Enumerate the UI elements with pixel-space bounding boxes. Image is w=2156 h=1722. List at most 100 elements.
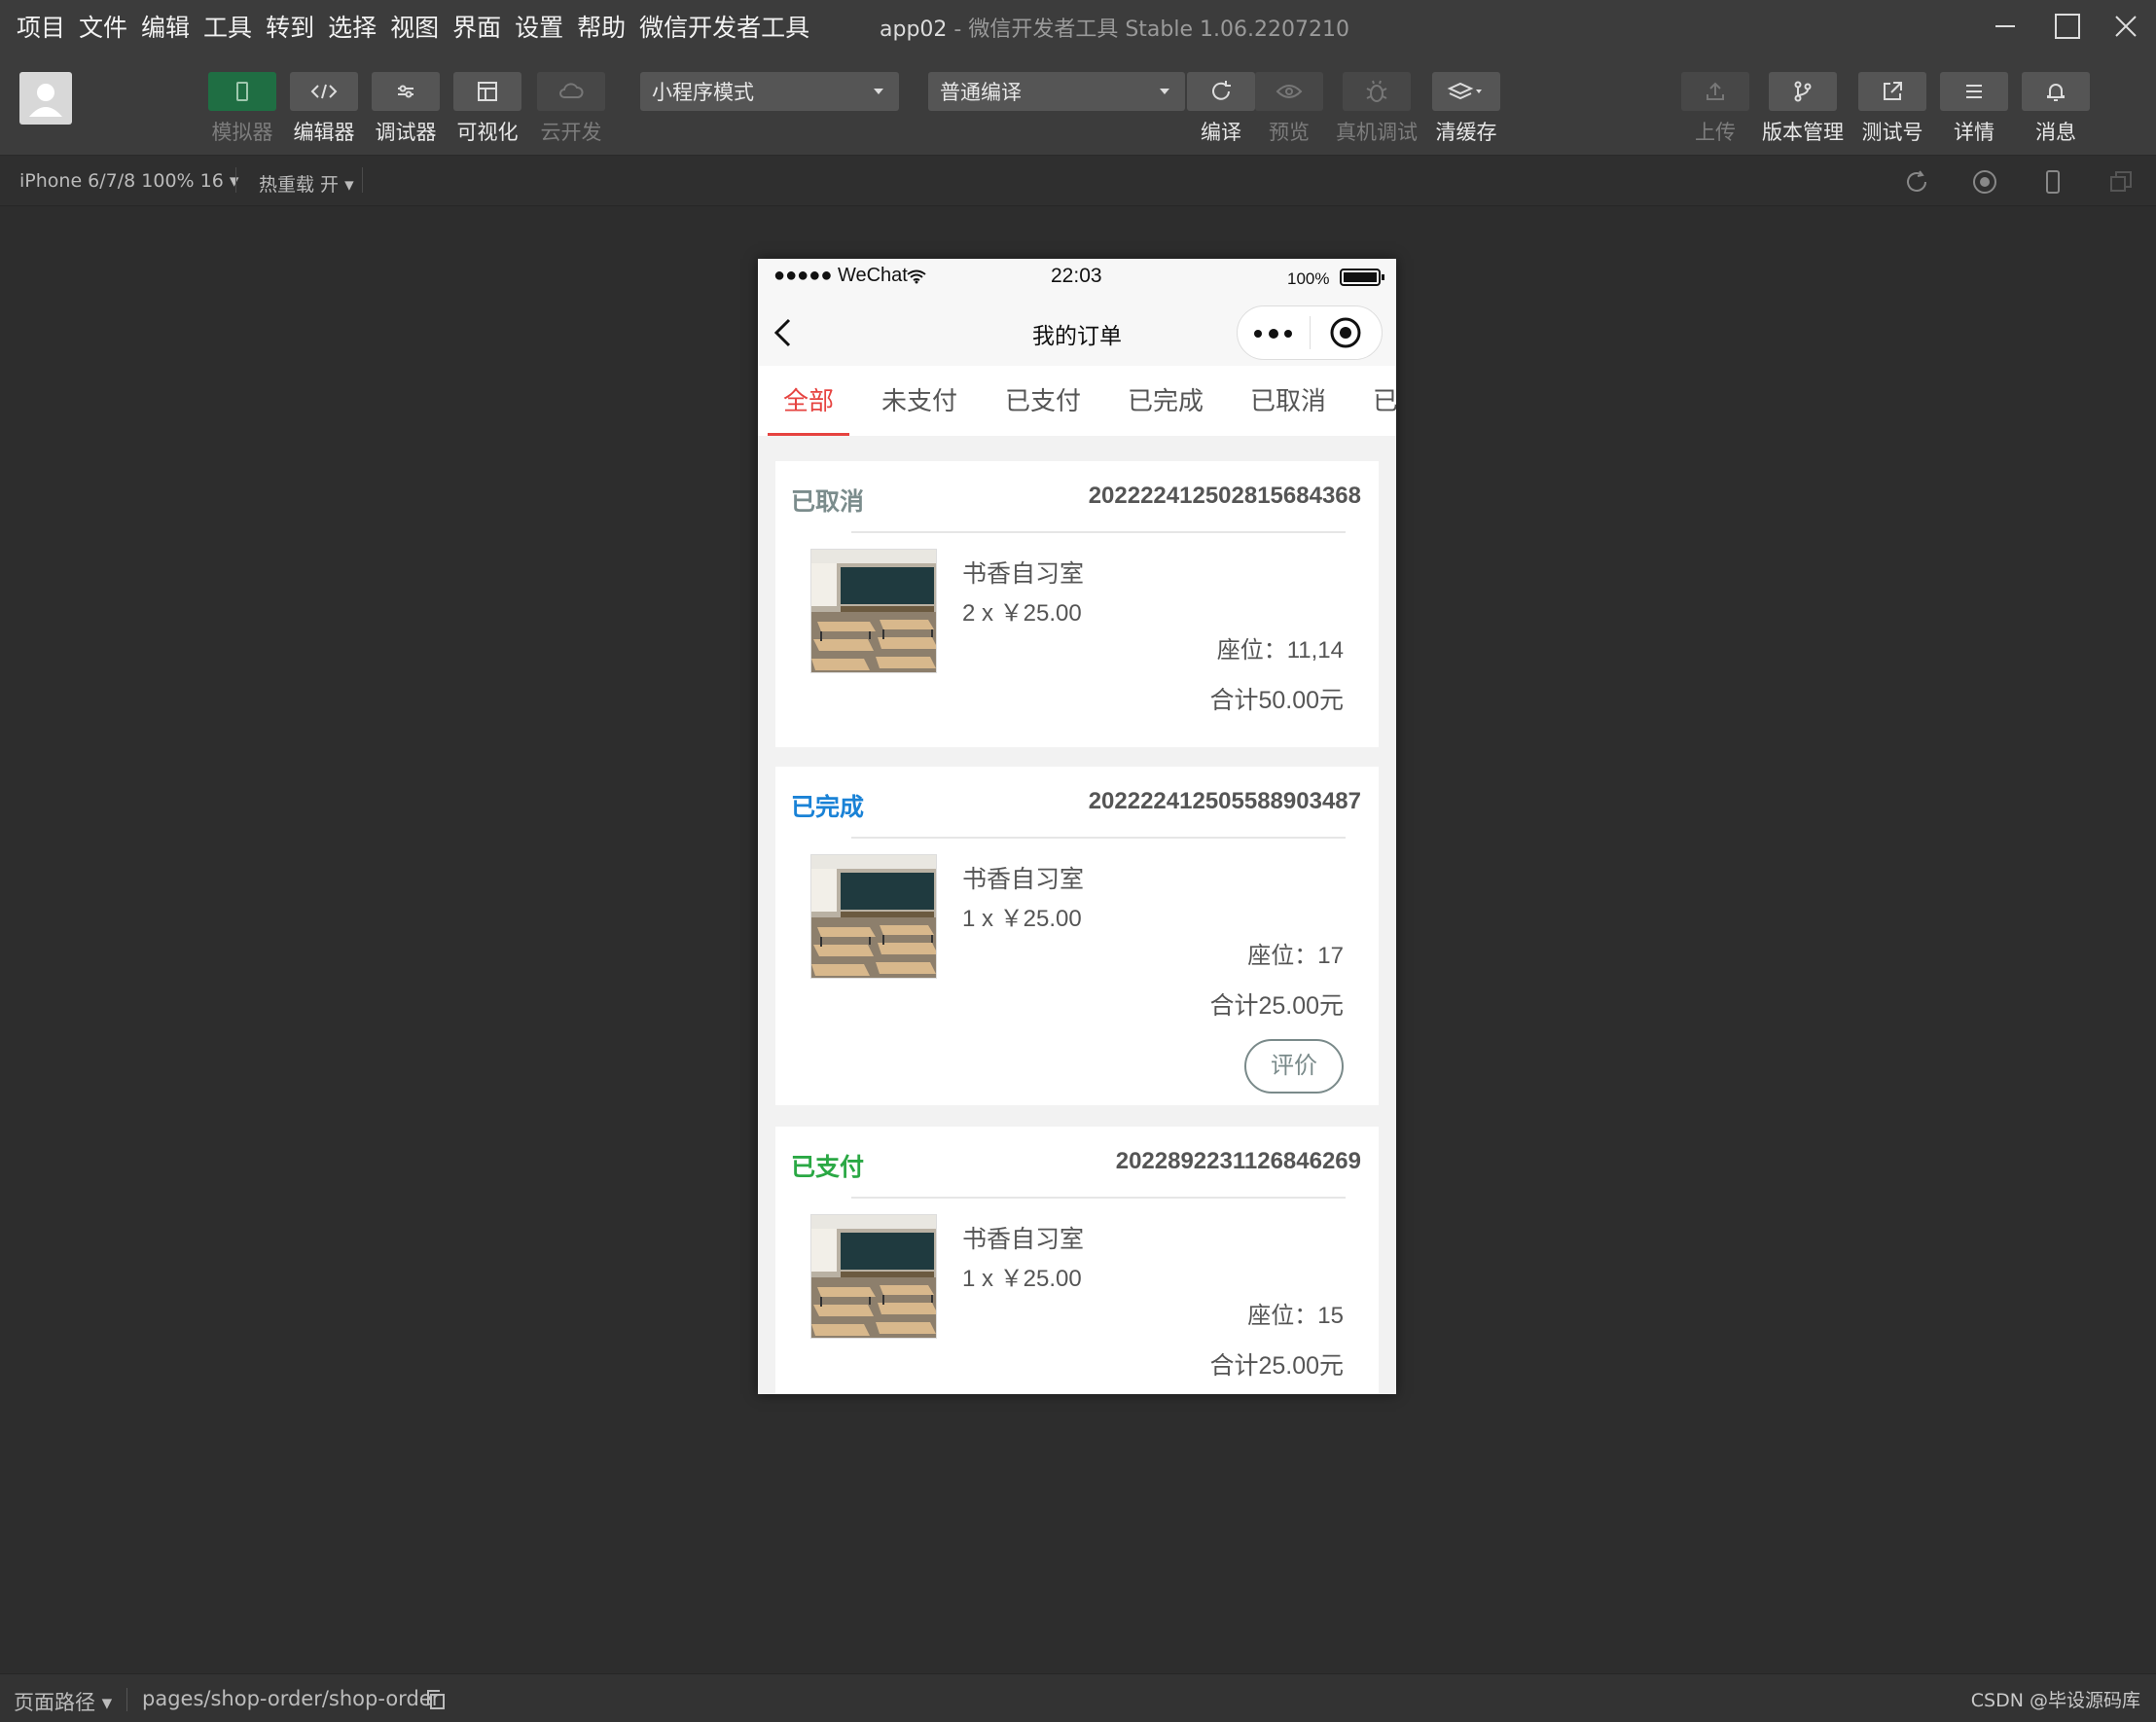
seat-info: 座位：11,14 <box>1216 637 1344 664</box>
details-button[interactable]: 详情 <box>1940 72 2008 146</box>
compile-select-value: 普通编译 <box>940 81 1022 104</box>
title-separator: - <box>947 18 969 42</box>
tab-completed[interactable]: 已完成 <box>1128 366 1204 436</box>
menu-select[interactable]: 选择 <box>328 9 377 44</box>
rotate-icon[interactable] <box>1903 168 1930 196</box>
menu-list: 项目 文件 编辑 工具 转到 选择 视图 界面 设置 帮助 微信开发者工具 <box>10 0 816 53</box>
quantity-price: 2 x ￥25.00 <box>962 600 1082 627</box>
menu-lines-icon <box>1966 85 1982 98</box>
device-select[interactable]: iPhone 6/7/8 100% 16 ▾ <box>19 170 238 192</box>
capsule-divider <box>1310 316 1311 349</box>
avatar[interactable] <box>19 72 72 125</box>
simulator-subbar: iPhone 6/7/8 100% 16 ▾ 热重载 开 ▾ <box>0 156 2156 206</box>
product-image <box>810 549 937 673</box>
menu-interface[interactable]: 界面 <box>452 9 501 44</box>
order-tabs: 全部 未支付 已支付 已完成 已取消 已 <box>758 366 1396 436</box>
device-icon[interactable] <box>2039 168 2066 196</box>
order-number: 2022892231126846269 <box>1115 1148 1361 1174</box>
clear-cache-label: 清缓存 <box>1435 121 1497 144</box>
bug-icon <box>1366 80 1387 102</box>
mode-select[interactable]: 小程序模式 <box>640 72 899 111</box>
tab-all[interactable]: 全部 <box>767 366 850 436</box>
clear-cache-button[interactable]: 清缓存 <box>1432 72 1500 146</box>
product-name: 书香自习室 <box>962 560 1085 588</box>
menu-goto[interactable]: 转到 <box>266 9 314 44</box>
wifi-icon <box>907 269 926 284</box>
phone-simulator: ●●●●● WeChat 22:03 100% 我的订单 全部 未支付 已支付 … <box>758 259 1396 1394</box>
divider <box>362 167 363 193</box>
caret-down-icon <box>874 89 883 94</box>
clock: 22:03 <box>1051 265 1102 287</box>
maximize-icon <box>2055 14 2080 39</box>
order-card[interactable]: 已完成 202222412505588903487 书香自习室 1 x ￥25.… <box>775 767 1379 1105</box>
order-status: 已支付 <box>791 1154 865 1181</box>
menu-file[interactable]: 文件 <box>79 9 127 44</box>
device-debug-button[interactable]: 真机调试 <box>1336 72 1418 146</box>
carrier-signal: ●●●●● WeChat <box>773 265 908 286</box>
detach-window-icon[interactable] <box>2107 168 2135 196</box>
copy-icon[interactable] <box>424 1688 448 1711</box>
sliders-icon <box>398 85 413 98</box>
record-icon[interactable] <box>1971 168 1998 196</box>
navigation-bar: 我的订单 <box>758 296 1396 366</box>
compile-select[interactable]: 普通编译 <box>928 72 1185 111</box>
order-number: 202222412502815684368 <box>1088 483 1361 509</box>
preview-button[interactable]: 预览 <box>1255 72 1323 146</box>
tab-cancelled[interactable]: 已取消 <box>1250 366 1326 436</box>
close-miniprogram-icon[interactable] <box>1329 316 1362 349</box>
page-path-label[interactable]: 页面路径 ▾ <box>14 1687 112 1716</box>
menu-tools[interactable]: 工具 <box>203 9 252 44</box>
refresh-icon <box>1212 81 1231 100</box>
bell-icon <box>2047 84 2065 101</box>
upload-button[interactable]: 上传 <box>1681 72 1749 146</box>
classroom-photo <box>811 550 936 672</box>
order-status: 已取消 <box>791 488 865 516</box>
project-name: app02 <box>880 18 948 42</box>
review-button[interactable]: 评价 <box>1244 1039 1344 1094</box>
divider <box>851 837 1346 839</box>
branch-icon <box>1794 81 1812 102</box>
minimize-button[interactable] <box>1971 0 2039 53</box>
external-link-icon <box>1884 82 1902 100</box>
debugger-button[interactable]: 调试器 <box>372 72 440 146</box>
close-icon <box>2115 16 2137 37</box>
simulator-button[interactable]: 模拟器 <box>208 72 276 146</box>
editor-button[interactable]: 编辑器 <box>290 72 358 146</box>
capsule-menu <box>1237 305 1383 360</box>
order-card[interactable]: 已支付 2022892231126846269 书香自习室 1 x ￥25.00… <box>775 1127 1379 1394</box>
menu-view[interactable]: 视图 <box>390 9 439 44</box>
mode-select-value: 小程序模式 <box>652 81 754 104</box>
divider <box>851 531 1346 533</box>
tab-unpaid[interactable]: 未支付 <box>881 366 957 436</box>
more-dots-icon[interactable] <box>1251 324 1296 343</box>
menu-bar: 项目 文件 编辑 工具 转到 选择 视图 界面 设置 帮助 微信开发者工具 ap… <box>0 0 2156 53</box>
classroom-photo <box>811 855 936 978</box>
battery-icon <box>1340 269 1384 286</box>
seat-info: 座位：17 <box>1247 943 1344 969</box>
order-card[interactable]: 已取消 202222412502815684368 书香自习室 2 x ￥25.… <box>775 461 1379 747</box>
cloud-dev-button[interactable]: 云开发 <box>537 72 605 146</box>
version-control-button[interactable]: 版本管理 <box>1762 72 1844 146</box>
menu-settings[interactable]: 设置 <box>515 9 563 44</box>
hot-reload-toggle[interactable]: 热重载 开 ▾ <box>259 170 354 197</box>
menu-wechat-devtools[interactable]: 微信开发者工具 <box>639 9 809 44</box>
order-total: 合计25.00元 <box>1209 1352 1344 1380</box>
order-total: 合计50.00元 <box>1209 687 1344 714</box>
menu-edit[interactable]: 编辑 <box>141 9 190 44</box>
caret-down-icon <box>1160 89 1169 94</box>
seat-info: 座位：15 <box>1247 1303 1344 1329</box>
visual-button[interactable]: 可视化 <box>453 72 521 146</box>
messages-button[interactable]: 消息 <box>2022 72 2090 146</box>
eye-icon <box>1276 85 1303 98</box>
product-name: 书香自习室 <box>962 1226 1085 1253</box>
messages-label: 消息 <box>2035 121 2076 144</box>
menu-help[interactable]: 帮助 <box>577 9 626 44</box>
tab-paid[interactable]: 已支付 <box>1005 366 1081 436</box>
tab-more[interactable]: 已 <box>1373 366 1396 436</box>
order-number: 202222412505588903487 <box>1088 788 1361 814</box>
app-title: 微信开发者工具 Stable 1.06.2207210 <box>968 18 1349 42</box>
minimize-icon <box>1995 25 2015 27</box>
close-button[interactable] <box>2092 0 2156 53</box>
test-account-button[interactable]: 测试号 <box>1858 72 1926 146</box>
menu-project[interactable]: 项目 <box>17 9 65 44</box>
